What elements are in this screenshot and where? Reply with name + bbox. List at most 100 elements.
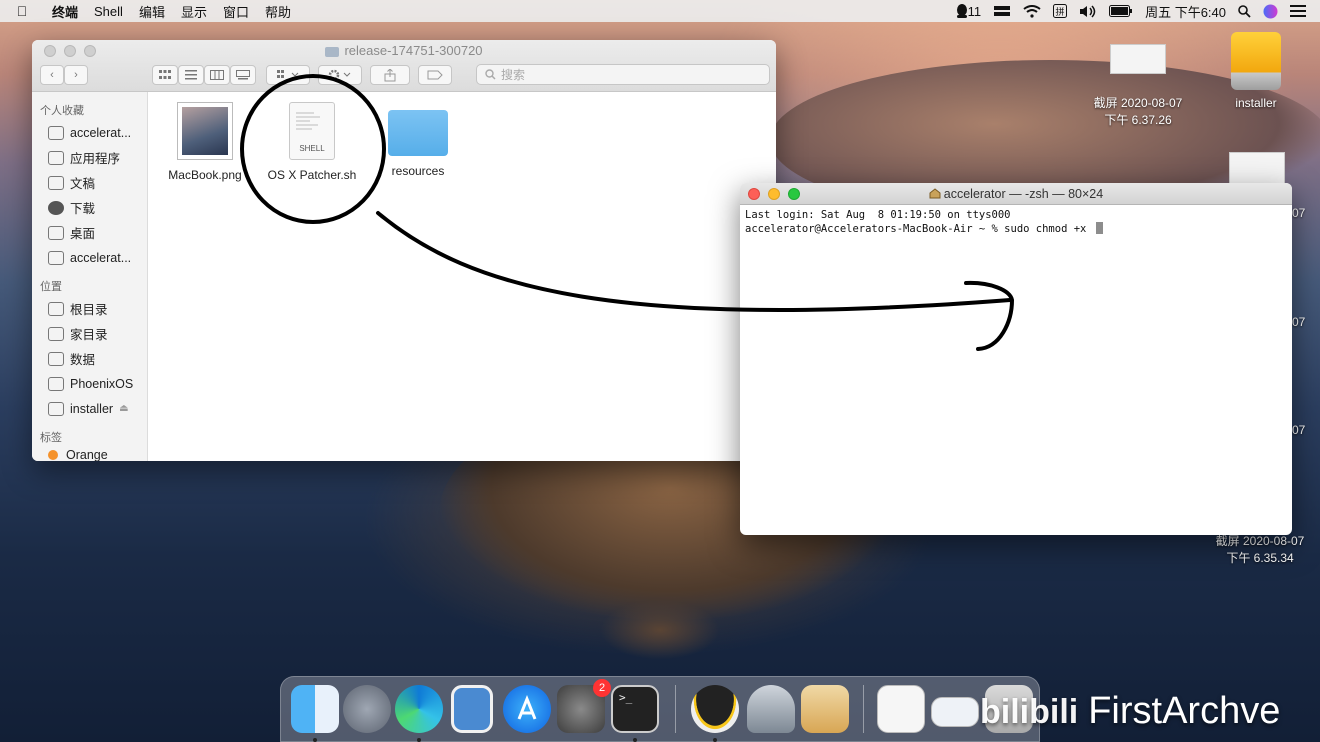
preview-dock-icon[interactable] bbox=[451, 685, 493, 733]
disk-icon bbox=[48, 301, 64, 316]
column-view-button[interactable] bbox=[204, 65, 230, 85]
prompt-glyph: >_ bbox=[619, 691, 633, 704]
desktop-file-name-partial: 07 bbox=[1292, 206, 1306, 220]
forward-button[interactable]: › bbox=[64, 65, 88, 85]
folder-icon bbox=[325, 46, 340, 57]
grid-icon bbox=[159, 70, 171, 79]
disk-icon bbox=[48, 401, 64, 416]
spotlight-search-icon[interactable] bbox=[1238, 4, 1251, 18]
sidebar-item-home-dir[interactable]: 家目录 bbox=[32, 321, 147, 346]
finder-dock-icon[interactable] bbox=[291, 685, 339, 742]
action-button[interactable] bbox=[318, 65, 362, 85]
finder-window: release-174751-300720 ‹ › 搜索 个人收藏 accele… bbox=[32, 40, 776, 461]
menu-bar:  终端 Shell 编辑 显示 窗口 帮助 11 拼 周五 下午6:40 bbox=[0, 0, 1320, 22]
search-field[interactable]: 搜索 bbox=[476, 64, 770, 85]
columns-icon bbox=[210, 70, 224, 80]
dock-separator bbox=[863, 685, 864, 733]
storage-icon[interactable] bbox=[993, 5, 1011, 17]
menu-window[interactable]: 窗口 bbox=[215, 2, 257, 21]
rock-background bbox=[600, 600, 720, 660]
battery-icon[interactable] bbox=[1109, 5, 1133, 17]
desktop-screenshot-file[interactable]: 截屏 2020-08-07 下午 6.35.34 bbox=[1206, 532, 1314, 566]
sidebar-item-label: 应用程序 bbox=[70, 152, 121, 166]
menu-clock[interactable]: 周五 下午6:40 bbox=[1145, 2, 1226, 21]
file-item-patcher-sh[interactable]: SHELL OS X Patcher.sh bbox=[257, 102, 367, 182]
sidebar-item-home[interactable]: accelerat... bbox=[32, 120, 147, 145]
desktop-drive-name: installer bbox=[1235, 96, 1277, 110]
input-method-icon[interactable]: 拼 bbox=[1053, 4, 1068, 18]
folder-icon bbox=[48, 250, 64, 265]
sidebar-item-downloads[interactable]: 下载 bbox=[32, 195, 147, 220]
notification-center-icon[interactable] bbox=[1290, 5, 1306, 17]
back-button[interactable]: ‹ bbox=[40, 65, 64, 85]
terminal-line-login: Last login: Sat Aug 8 01:19:50 on ttys00… bbox=[745, 209, 1011, 221]
qq-dock-icon[interactable] bbox=[691, 685, 739, 742]
apple-menu-icon[interactable]:  bbox=[0, 3, 44, 19]
terminal-dock-icon[interactable]: >_ bbox=[611, 685, 659, 742]
list-icon bbox=[185, 70, 197, 80]
sidebar-item-label: 数据 bbox=[70, 353, 96, 367]
wifi-icon[interactable] bbox=[1023, 4, 1041, 18]
bilibili-logo: bilibili bbox=[980, 693, 1079, 731]
home-icon bbox=[929, 188, 941, 199]
sidebar-item-label: accelerat... bbox=[70, 250, 132, 265]
disk-utility-dock-icon[interactable] bbox=[747, 685, 795, 733]
icon-view-button[interactable] bbox=[152, 65, 178, 85]
gallery-view-button[interactable] bbox=[230, 65, 256, 85]
tag-icon bbox=[427, 70, 443, 80]
download-icon bbox=[48, 200, 64, 215]
sidebar-item-phoenixos[interactable]: PhoenixOS bbox=[32, 371, 147, 396]
file-item-macbook-png[interactable]: MacBook.png bbox=[150, 102, 260, 182]
edge-dock-icon[interactable] bbox=[395, 685, 443, 742]
volume-icon[interactable] bbox=[1079, 4, 1097, 18]
sidebar-item-folder[interactable]: accelerat... bbox=[32, 245, 147, 270]
dock: 2 >_ bbox=[280, 676, 1040, 742]
sidebar-item-root[interactable]: 根目录 bbox=[32, 296, 147, 321]
sidebar-item-tag-orange[interactable]: Orange bbox=[32, 447, 147, 461]
app-store-dock-icon[interactable] bbox=[503, 685, 551, 733]
sidebar-item-data[interactable]: 数据 bbox=[32, 346, 147, 371]
terminal-window: accelerator — -zsh — 80×24 Last login: S… bbox=[740, 183, 1292, 535]
sidebar-item-desktop[interactable]: 桌面 bbox=[32, 220, 147, 245]
running-indicator bbox=[633, 738, 637, 742]
menu-app-name[interactable]: 终端 bbox=[44, 2, 86, 21]
finder-title-text: release-174751-300720 bbox=[344, 43, 483, 58]
menu-edit[interactable]: 编辑 bbox=[131, 2, 173, 21]
menu-help[interactable]: 帮助 bbox=[257, 2, 299, 21]
system-preferences-dock-icon[interactable]: 2 bbox=[557, 679, 611, 733]
search-placeholder: 搜索 bbox=[501, 68, 526, 82]
list-view-button[interactable] bbox=[178, 65, 204, 85]
sidebar-item-label: 文稿 bbox=[70, 177, 96, 191]
archive-utility-dock-icon[interactable] bbox=[801, 685, 849, 733]
finder-sidebar: 个人收藏 accelerat... 应用程序 文稿 下载 桌面 accelera… bbox=[32, 92, 148, 461]
notification-count: 11 bbox=[967, 3, 982, 19]
terminal-content[interactable]: Last login: Sat Aug 8 01:19:50 on ttys00… bbox=[740, 205, 1292, 239]
terminal-title-text: accelerator — -zsh — 80×24 bbox=[943, 187, 1104, 201]
file-item-resources-folder[interactable]: resources bbox=[363, 102, 473, 178]
qq-status-icon[interactable]: 11 bbox=[956, 3, 982, 19]
sidebar-item-applications[interactable]: 应用程序 bbox=[32, 145, 147, 170]
drive-icon bbox=[1231, 32, 1281, 90]
finder-title: release-174751-300720 bbox=[32, 43, 776, 58]
menu-shell[interactable]: Shell bbox=[86, 4, 131, 19]
recent-window-thumbnail[interactable] bbox=[877, 685, 925, 733]
desktop-icon bbox=[48, 225, 64, 240]
eject-icon[interactable]: ⏏ bbox=[119, 403, 128, 414]
desktop-file-time: 下午 6.37.26 bbox=[1104, 113, 1172, 127]
svg-text:拼: 拼 bbox=[1056, 6, 1065, 18]
group-button[interactable] bbox=[266, 65, 310, 85]
home-icon bbox=[48, 125, 64, 140]
recent-window-thumbnail[interactable] bbox=[931, 697, 979, 727]
terminal-titlebar: accelerator — -zsh — 80×24 bbox=[740, 183, 1292, 205]
orange-tag-icon bbox=[48, 450, 58, 460]
share-button[interactable] bbox=[370, 65, 410, 85]
menu-view[interactable]: 显示 bbox=[173, 2, 215, 21]
desktop-installer-drive[interactable]: installer bbox=[1226, 32, 1286, 110]
sidebar-item-documents[interactable]: 文稿 bbox=[32, 170, 147, 195]
shell-icon-label: SHELL bbox=[299, 144, 325, 153]
sidebar-item-installer[interactable]: installer ⏏ bbox=[32, 396, 147, 421]
siri-icon[interactable] bbox=[1263, 4, 1278, 19]
desktop-screenshot-file[interactable]: 截屏 2020-08-07 下午 6.37.26 bbox=[1088, 44, 1188, 128]
tags-button[interactable] bbox=[418, 65, 452, 85]
launchpad-dock-icon[interactable] bbox=[343, 685, 391, 733]
